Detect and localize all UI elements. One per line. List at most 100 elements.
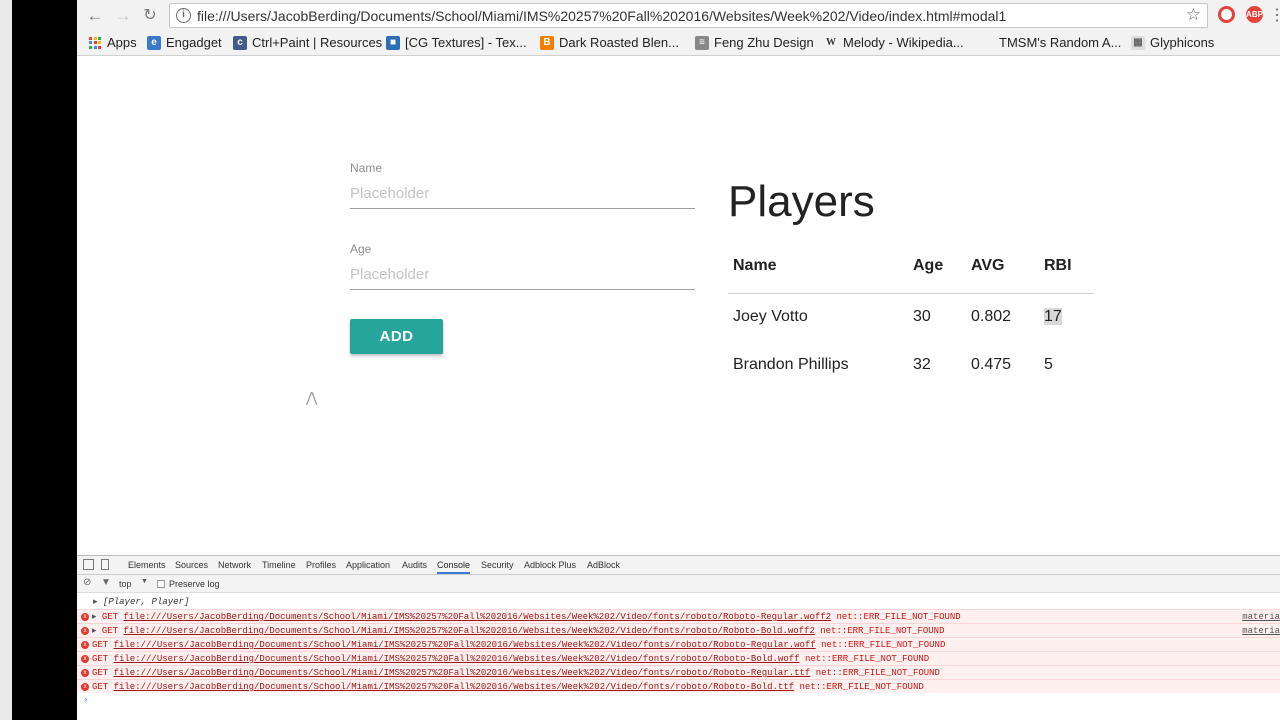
bookmark-label: [CG Textures] - Tex... — [405, 35, 527, 50]
bookmark-engadget[interactable]: e Engadget — [147, 35, 222, 50]
bookmark-tmsm[interactable]: TMSM's Random A... — [980, 35, 1121, 50]
bookmark-label: Feng Zhu Design — [714, 35, 814, 50]
cell-age: 30 — [913, 308, 931, 326]
bookmark-apps[interactable]: Apps — [89, 35, 137, 50]
age-input[interactable] — [350, 260, 695, 290]
console-error-line[interactable]: x GET file:///Users/JacobBerding/Document… — [77, 651, 1280, 665]
error-message: net::ERR_FILE_NOT_FOUND — [836, 612, 961, 622]
error-message: net::ERR_FILE_NOT_FOUND — [815, 668, 940, 678]
error-message: net::ERR_FILE_NOT_FOUND — [799, 682, 924, 692]
console-error-line[interactable]: x GET file:///Users/JacobBerding/Document… — [77, 665, 1280, 679]
reload-icon[interactable]: ↻ — [140, 6, 160, 26]
error-icon: x — [81, 640, 89, 649]
cell-rbi: 5 — [1044, 356, 1053, 373]
tab-audits[interactable]: Audits — [402, 560, 427, 570]
context-select[interactable]: top — [119, 579, 132, 589]
info-icon[interactable]: i — [176, 8, 191, 23]
bookmark-melody-wikipedia[interactable]: W Melody - Wikipedia... — [824, 35, 964, 50]
wikipedia-icon: W — [826, 36, 836, 48]
console-prompt[interactable]: › — [77, 693, 1280, 707]
filter-icon[interactable]: ▼ — [101, 577, 111, 588]
clear-console-icon[interactable]: ⊘ — [83, 577, 91, 588]
blogger-icon: B — [540, 35, 554, 50]
bookmark-ctrl-paint[interactable]: c Ctrl+Paint | Resources — [233, 35, 382, 50]
console-error-line[interactable]: x GET file:///Users/JacobBerding/Document… — [77, 637, 1280, 651]
bookmark-label: Melody - Wikipedia... — [843, 35, 964, 50]
error-icon: x — [81, 654, 89, 663]
error-method: GET — [101, 626, 119, 636]
cell-name: Joey Votto — [733, 308, 808, 326]
error-source-link[interactable]: materia — [1242, 610, 1280, 624]
column-header-age: Age — [908, 239, 966, 294]
url-text[interactable]: file:///Users/JacobBerding/Documents/Sch… — [197, 8, 1006, 24]
players-table: Name Age AVG RBI Joey Votto 30 0.802 17 … — [728, 239, 1094, 389]
tab-adblock[interactable]: AdBlock — [587, 560, 620, 570]
browser-toolbar: ← → ↻ i file:///Users/JacobBerding/Docum… — [77, 0, 1280, 31]
console-log-line[interactable]: ▸ [Player, Player] — [77, 595, 1280, 609]
expand-arrow-icon[interactable]: ▸ — [92, 626, 102, 636]
bookmarks-bar: Apps e Engadget c Ctrl+Paint | Resources… — [77, 31, 1280, 56]
players-title: Players — [728, 177, 875, 226]
column-header-rbi: RBI — [1039, 239, 1094, 294]
bookmark-glyphicons[interactable]: ▦ Glyphicons — [1131, 35, 1214, 50]
error-url-link[interactable]: file:///Users/JacobBerding/Documents/Sch… — [114, 668, 811, 678]
console-error-line[interactable]: x ▸ GET file:///Users/JacobBerding/Docume… — [77, 623, 1280, 637]
bookmark-cg-textures[interactable]: ■ [CG Textures] - Tex... — [386, 35, 527, 50]
error-url-link[interactable]: file:///Users/JacobBerding/Documents/Sch… — [114, 654, 800, 664]
bookmark-label: Dark Roasted Blen... — [559, 35, 679, 50]
tab-network[interactable]: Network — [218, 560, 251, 570]
chrome-menu-icon[interactable]: ⋮ — [1269, 5, 1280, 25]
opera-extension-icon[interactable] — [1218, 6, 1235, 23]
console-error-line[interactable]: x GET file:///Users/JacobBerding/Document… — [77, 679, 1280, 693]
console-error-line[interactable]: x ▸ GET file:///Users/JacobBerding/Docume… — [77, 609, 1280, 623]
error-message: net::ERR_FILE_NOT_FOUND — [804, 654, 930, 664]
adblock-plus-extension-icon[interactable]: ABP — [1246, 6, 1263, 23]
expand-arrow-icon[interactable]: ▸ — [93, 597, 98, 607]
name-input[interactable] — [350, 179, 695, 209]
cell-avg: 0.475 — [971, 356, 1012, 373]
tab-sources[interactable]: Sources — [175, 560, 208, 570]
error-method: GET — [92, 640, 109, 650]
error-method: GET — [92, 668, 109, 678]
selected-text: 17 — [1044, 308, 1062, 326]
cg-textures-icon: ■ — [386, 35, 400, 50]
device-toolbar-icon[interactable] — [101, 559, 109, 570]
back-arrow-icon[interactable]: ← — [85, 6, 105, 26]
apps-grid-icon — [89, 36, 101, 49]
page-content: Name Age ADD ⋀ Players Name Age AVG RBI … — [77, 57, 1280, 555]
add-button[interactable]: ADD — [350, 319, 443, 354]
chevron-down-icon[interactable]: ▼ — [141, 578, 148, 585]
tab-application[interactable]: Application — [346, 560, 390, 570]
error-source-link[interactable]: materia — [1242, 624, 1280, 638]
error-url-link[interactable]: file:///Users/JacobBerding/Documents/Sch… — [114, 640, 816, 650]
bookmark-dark-roasted[interactable]: B Dark Roasted Blen... — [540, 35, 679, 50]
column-header-avg: AVG — [966, 239, 1039, 294]
inspect-element-icon[interactable] — [83, 559, 94, 570]
tab-timeline[interactable]: Timeline — [262, 560, 296, 570]
tab-profiles[interactable]: Profiles — [306, 560, 336, 570]
forward-arrow-icon[interactable]: → — [113, 6, 133, 26]
tab-adblock-plus[interactable]: Adblock Plus — [524, 560, 576, 570]
error-url-link[interactable]: file:///Users/JacobBerding/Documents/Sch… — [124, 626, 815, 636]
tab-security[interactable]: Security — [481, 560, 514, 570]
devtools-panel: Elements Sources Network Timeline Profil… — [77, 555, 1280, 720]
desktop-dark-strip — [12, 0, 77, 720]
error-icon: x — [81, 668, 89, 677]
error-url-link[interactable]: file:///Users/JacobBerding/Documents/Sch… — [124, 612, 832, 622]
cell-rbi: 17 — [1039, 293, 1094, 341]
address-bar[interactable]: i file:///Users/JacobBerding/Documents/S… — [169, 3, 1208, 28]
devtools-tabbar: Elements Sources Network Timeline Profil… — [77, 556, 1280, 575]
log-output: [Player, Player] — [102, 597, 190, 607]
bookmark-label: Apps — [107, 35, 137, 50]
bookmark-label: Glyphicons — [1150, 35, 1215, 50]
bookmark-feng-zhu[interactable]: ≡ Feng Zhu Design — [695, 35, 814, 50]
error-method: GET — [101, 612, 119, 622]
feng-zhu-icon: ≡ — [695, 35, 709, 50]
tab-console[interactable]: Console — [437, 560, 471, 574]
expand-arrow-icon[interactable]: ▸ — [92, 612, 102, 622]
bookmark-star-icon[interactable]: ☆ — [1186, 5, 1201, 25]
preserve-log-checkbox[interactable] — [157, 580, 165, 588]
error-url-link[interactable]: file:///Users/JacobBerding/Documents/Sch… — [114, 682, 795, 692]
tab-elements[interactable]: Elements — [128, 560, 166, 570]
cell-age: 32 — [913, 356, 931, 373]
